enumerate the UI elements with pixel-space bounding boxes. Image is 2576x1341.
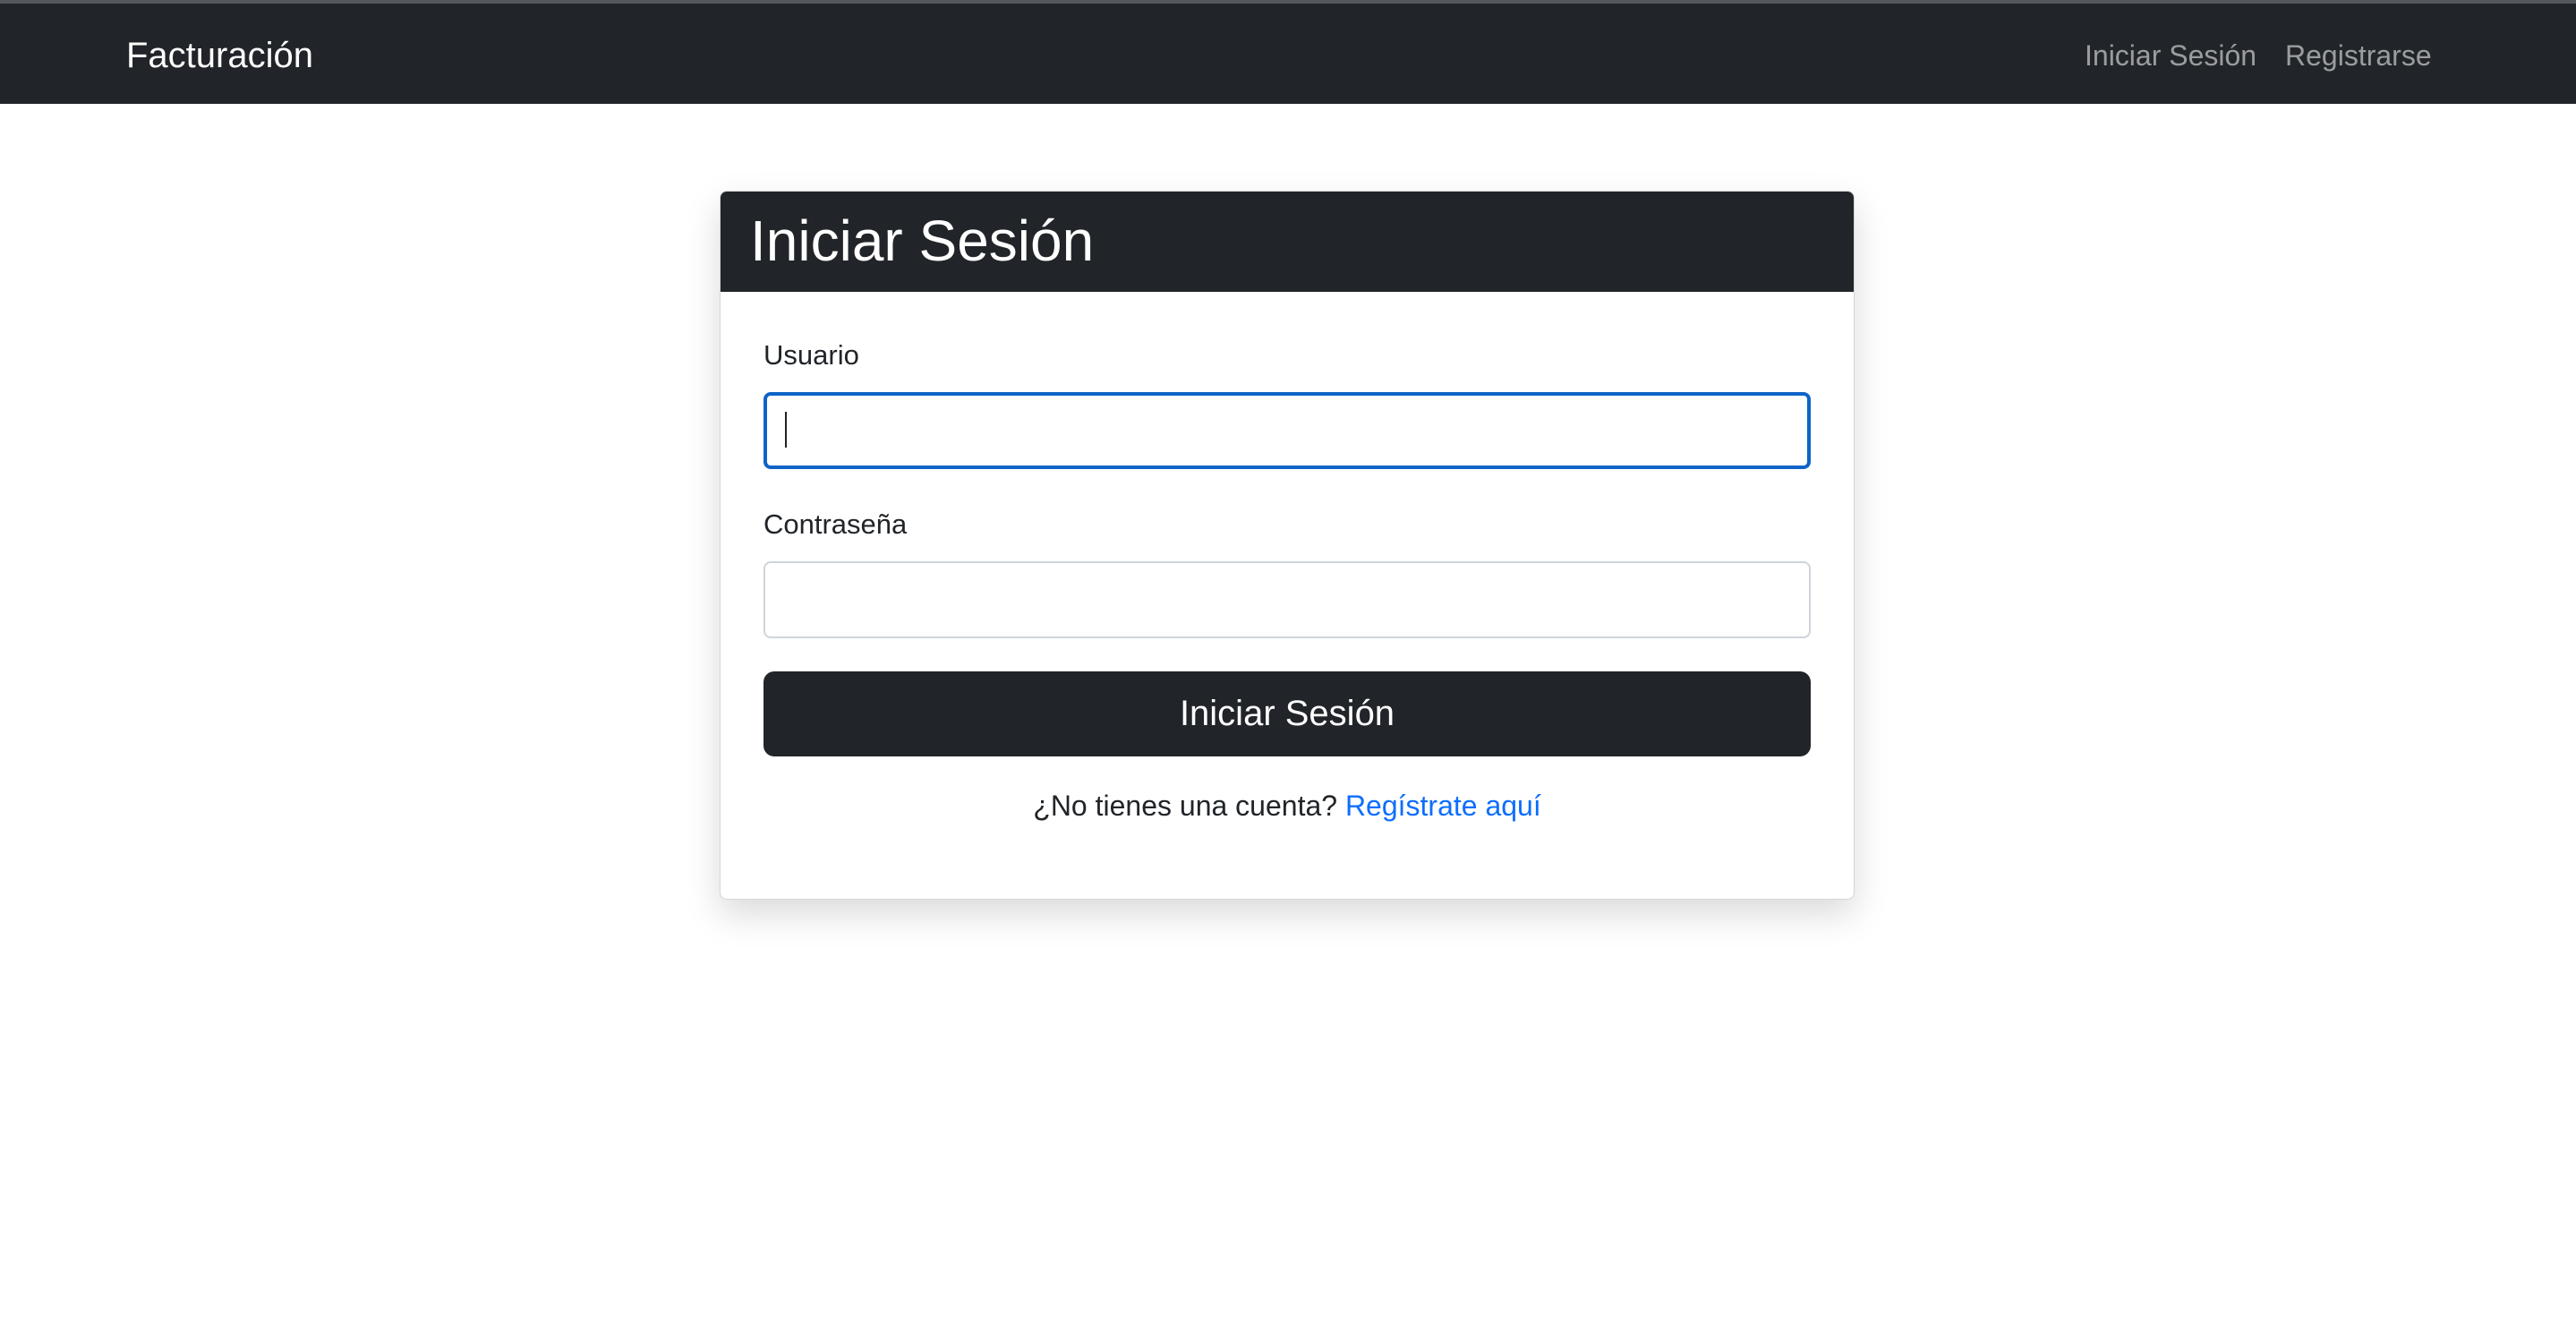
card-header: Iniciar Sesión (721, 192, 1854, 292)
register-prompt: ¿No tienes una cuenta? Regístrate aquí (721, 790, 1854, 823)
password-label: Contraseña (763, 508, 908, 540)
nav-login-link[interactable]: Iniciar Sesión (2085, 39, 2256, 73)
register-link[interactable]: Regístrate aquí (1345, 790, 1541, 822)
login-card: Iniciar Sesión Usuario Contraseña Inicia… (720, 191, 1855, 900)
password-input[interactable] (763, 561, 1811, 638)
username-label: Usuario (763, 339, 859, 371)
nav-register-link[interactable]: Registrarse (2285, 39, 2432, 73)
username-input[interactable] (763, 392, 1811, 469)
text-caret (785, 412, 787, 448)
brand-link[interactable]: Facturación (126, 36, 313, 76)
register-prompt-text: ¿No tienes una cuenta? (1033, 790, 1338, 822)
card-title: Iniciar Sesión (750, 209, 1095, 273)
login-submit-button[interactable]: Iniciar Sesión (763, 671, 1811, 756)
navbar: Facturación Iniciar Sesión Registrarse (0, 4, 2576, 104)
